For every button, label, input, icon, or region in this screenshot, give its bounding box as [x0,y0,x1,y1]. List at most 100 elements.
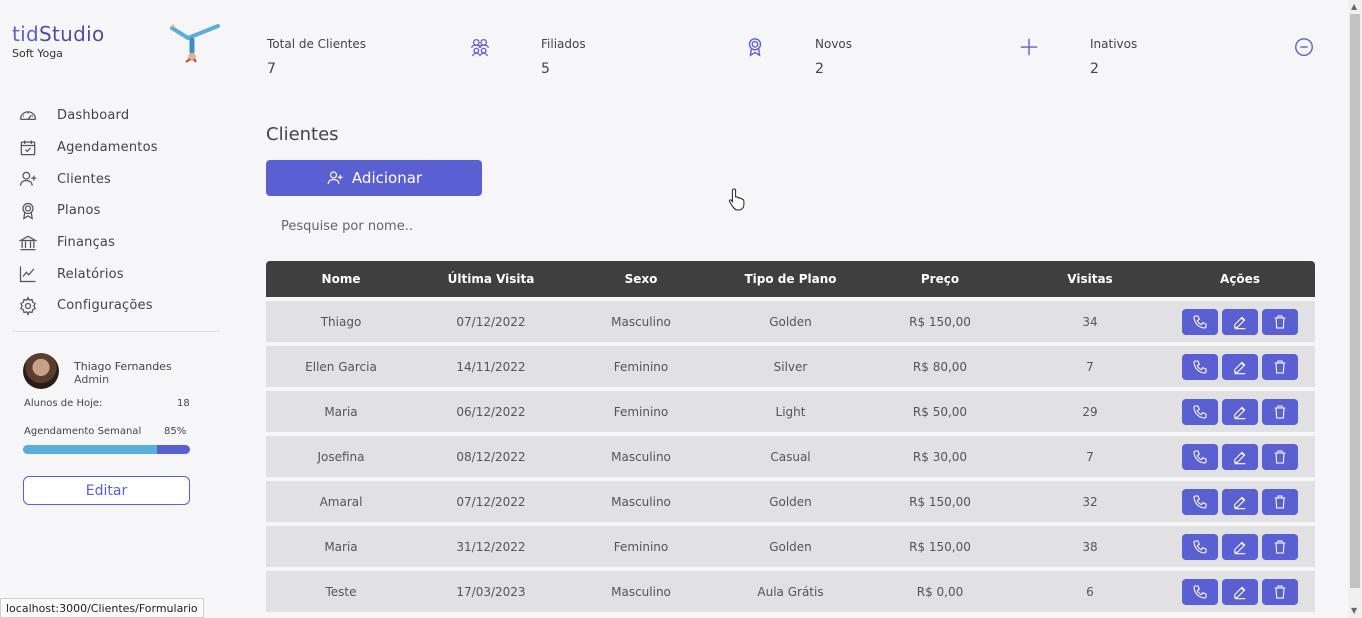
table-row[interactable]: Josefina 08/12/2022 Masculino Casual R$ 30,0… [266,436,1315,477]
pencil-icon [1234,451,1246,464]
add-client-button[interactable]: Adicionar [266,160,482,196]
stat-novos-label: Novos [815,37,853,51]
table-row[interactable]: Maria 31/12/2022 Feminino Golden R$ 150,00 38 [266,526,1315,567]
call-button[interactable] [1182,443,1218,470]
brand[interactable]: tidStudio Soft Yoga [12,22,105,60]
pencil-icon [1234,541,1246,554]
cell-nome: Teste [325,584,357,599]
weekly-schedule-label: Agendamento Semanal [24,426,142,437]
trash-icon [1274,359,1286,374]
phone-icon [1193,359,1207,374]
sidebar-item-label: Finanças [57,235,116,251]
table-row[interactable]: Teste 17/03/2023 Masculino Aula Grátis R$ 0,… [266,571,1315,612]
cell-preco: R$ 150,00 [909,539,971,554]
edit-row-button[interactable] [1222,533,1258,560]
column-header-sexo[interactable]: Sexo [566,272,716,286]
sidebar-item-planos[interactable]: Planos [18,195,158,227]
sidebar: tidStudio Soft Yoga Dashboard Agendament… [0,0,232,618]
weekly-schedule-value: 85% [164,426,187,437]
avatar[interactable] [23,353,59,389]
scroll-thumb[interactable] [1350,14,1360,588]
row-actions [1165,443,1315,470]
call-button[interactable] [1182,353,1218,380]
vertical-scrollbar[interactable]: ▲ ▼ [1348,0,1362,618]
cell-visitas: 7 [1086,359,1094,374]
scroll-down-icon[interactable]: ▼ [1351,606,1357,615]
table-body: Thiago 07/12/2022 Masculino Golden R$ 150,00… [266,301,1315,612]
column-header-preco[interactable]: Preço [865,272,1015,286]
delete-row-button[interactable] [1262,308,1298,335]
cell-nome: Maria [324,404,358,419]
cell-ultima-visita: 07/12/2022 [456,494,526,509]
edit-row-button[interactable] [1222,353,1258,380]
sidebar-nav: Dashboard Agendamentos Clientes Planos F… [18,100,158,322]
table-header: Nome Última Visita Sexo Tipo de Plano Pr… [266,261,1315,297]
trash-icon [1274,539,1286,554]
scroll-up-icon[interactable]: ▲ [1351,2,1357,11]
column-header-tipo-plano[interactable]: Tipo de Plano [716,272,865,286]
search-input[interactable] [272,212,672,240]
delete-row-button[interactable] [1262,353,1298,380]
sidebar-item-agendamentos[interactable]: Agendamentos [18,132,158,164]
edit-button[interactable]: Editar [23,476,190,505]
call-button[interactable] [1182,533,1218,560]
minus-circle-icon [1295,38,1313,56]
yoga-figure-icon [170,24,220,63]
cell-tipo-plano: Light [775,404,806,419]
cell-tipo-plano: Casual [770,449,811,464]
edit-row-button[interactable] [1222,443,1258,470]
row-actions [1165,353,1315,380]
award-icon [22,202,34,220]
table-row[interactable]: Maria 06/12/2022 Feminino Light R$ 50,00 29 [266,391,1315,432]
cell-preco: R$ 150,00 [909,494,971,509]
cell-sexo: Masculino [611,314,671,329]
stat-total-label: Total de Clientes [267,37,367,51]
sidebar-item-clientes[interactable]: Clientes [18,163,158,195]
edit-row-button[interactable] [1222,398,1258,425]
delete-row-button[interactable] [1262,398,1298,425]
table-row[interactable]: Thiago 07/12/2022 Masculino Golden R$ 150,00… [266,301,1315,342]
delete-row-button[interactable] [1262,578,1298,605]
cell-preco: R$ 30,00 [912,449,968,464]
column-header-nome[interactable]: Nome [266,272,416,286]
column-header-ultima-visita[interactable]: Última Visita [416,272,566,286]
table-row[interactable]: Amaral 07/12/2022 Masculino Golden R$ 150,00… [266,481,1315,522]
bank-icon [18,235,38,250]
phone-icon [1193,449,1207,464]
cell-visitas: 38 [1082,539,1098,554]
column-header-visitas[interactable]: Visitas [1015,272,1165,286]
delete-row-button[interactable] [1262,533,1298,560]
call-button[interactable] [1182,398,1218,425]
cell-ultima-visita: 14/11/2022 [456,359,526,374]
row-actions [1165,398,1315,425]
table-row[interactable]: Ellen Garcia 14/11/2022 Feminino Silver R$ 8… [266,346,1315,387]
sidebar-item-dashboard[interactable]: Dashboard [18,100,158,132]
delete-row-button[interactable] [1262,488,1298,515]
sidebar-item-configuracoes[interactable]: Configurações [18,290,158,322]
chart-line-icon [19,266,36,283]
today-students-value: 18 [177,398,190,409]
cell-sexo: Masculino [611,584,671,599]
call-button[interactable] [1182,308,1218,335]
medal-icon [748,38,762,57]
edit-row-button[interactable] [1222,488,1258,515]
plus-icon [1020,38,1038,56]
trash-icon [1274,449,1286,464]
cell-nome: Thiago [320,314,362,329]
sidebar-item-financas[interactable]: Finanças [18,227,158,259]
edit-row-button[interactable] [1222,308,1258,335]
cell-ultima-visita: 17/03/2023 [456,584,526,599]
calendar-check-icon [20,140,36,155]
sidebar-item-relatorios[interactable]: Relatórios [18,258,158,290]
edit-row-button[interactable] [1222,578,1258,605]
cell-sexo: Feminino [613,539,669,554]
stat-filiados-label: Filiados [541,37,586,51]
stat-filiados-value: 5 [541,61,550,77]
call-button[interactable] [1182,578,1218,605]
phone-icon [1193,539,1207,554]
hand-cursor-icon [728,188,745,211]
call-button[interactable] [1182,488,1218,515]
delete-row-button[interactable] [1262,443,1298,470]
cell-tipo-plano: Golden [769,494,812,509]
cell-tipo-plano: Golden [769,314,812,329]
